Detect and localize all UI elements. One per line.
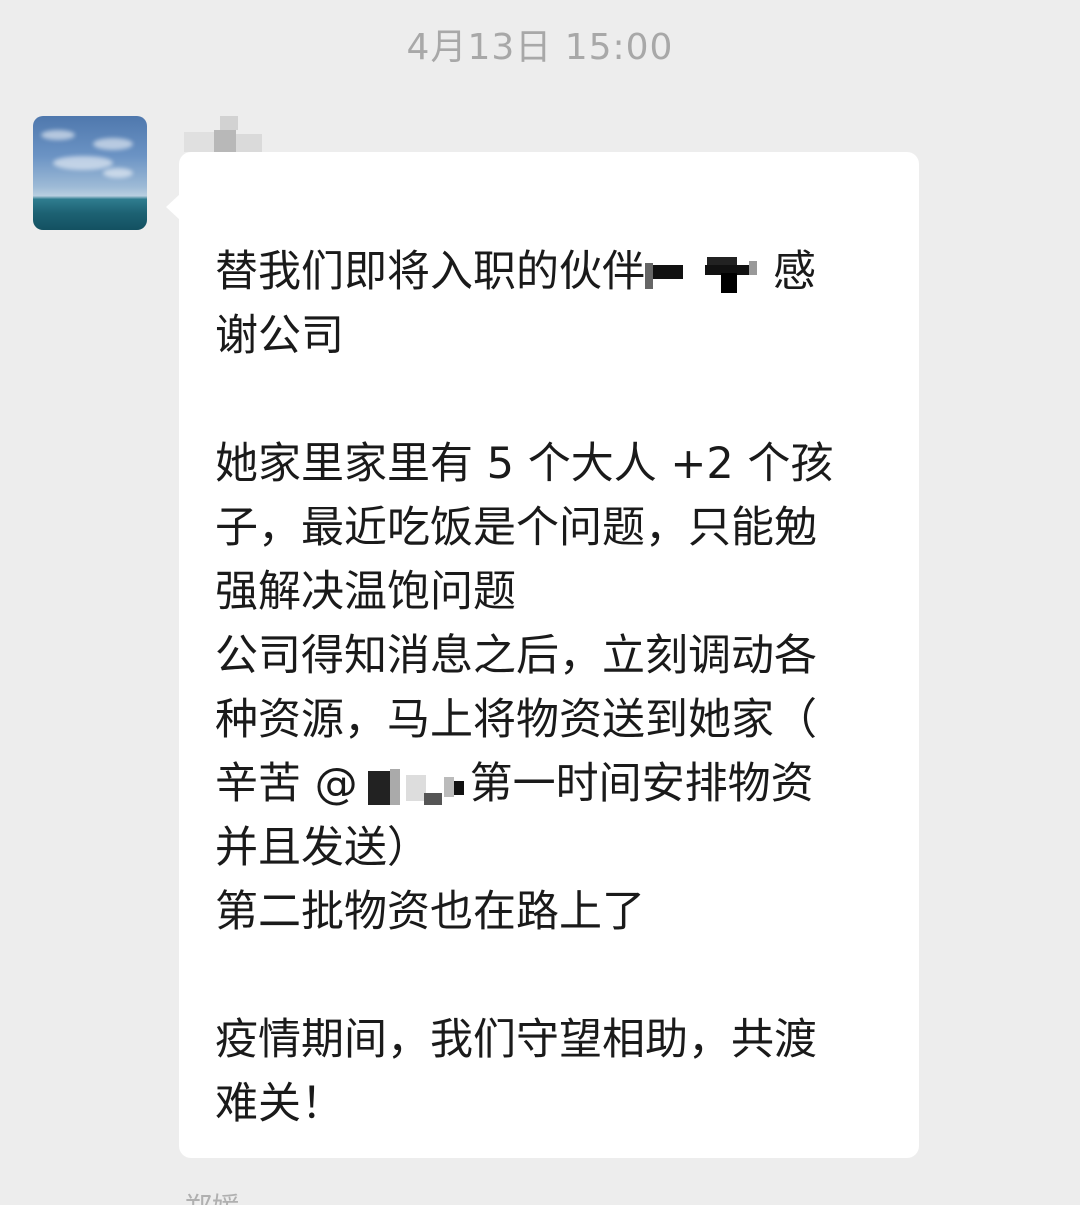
message-line: 种资源，马上将物资送到她家（	[215, 695, 817, 745]
bubble-tail	[166, 194, 180, 220]
message-line: 强解决温饱问题	[215, 567, 516, 617]
message-text[interactable]: 替我们即将入职的伙伴 感 谢公司 她家里家里有 5 个大人 +2 个孩 子，最近…	[215, 240, 895, 1136]
message-text-segment: 第一时间安排物资	[469, 759, 814, 809]
redacted-name-block	[645, 255, 773, 295]
message-text-segment: 感	[773, 247, 816, 297]
message-line: 替我们即将入职的伙伴 感	[215, 240, 895, 304]
sender-avatar[interactable]	[33, 116, 147, 230]
sender-name-redacted[interactable]	[184, 116, 262, 152]
message-line: 谢公司	[215, 311, 344, 361]
message-line: 子，最近吃饭是个问题，只能勉	[215, 503, 817, 553]
message-line: 难关！	[215, 1079, 344, 1129]
message-line: 辛苦 @ 第一时间安排物资	[215, 752, 895, 816]
redacted-mention-block	[358, 767, 470, 807]
message-line: 公司得知消息之后，立刻调动各	[215, 631, 817, 681]
message-text-segment: 替我们即将入职的伙伴	[215, 247, 645, 297]
message-line: 疫情期间，我们守望相助，共渡	[215, 1015, 817, 1065]
message-line: 第二批物资也在路上了	[215, 887, 645, 937]
message-line: 并且发送）	[215, 823, 430, 873]
next-sender-name[interactable]: 郑媛	[184, 1186, 240, 1205]
message-text-segment: 辛苦 @	[215, 759, 358, 809]
message-timestamp: 4月13日 15:00	[406, 27, 674, 68]
message-line: 她家里家里有 5 个大人 +2 个孩	[215, 439, 834, 489]
